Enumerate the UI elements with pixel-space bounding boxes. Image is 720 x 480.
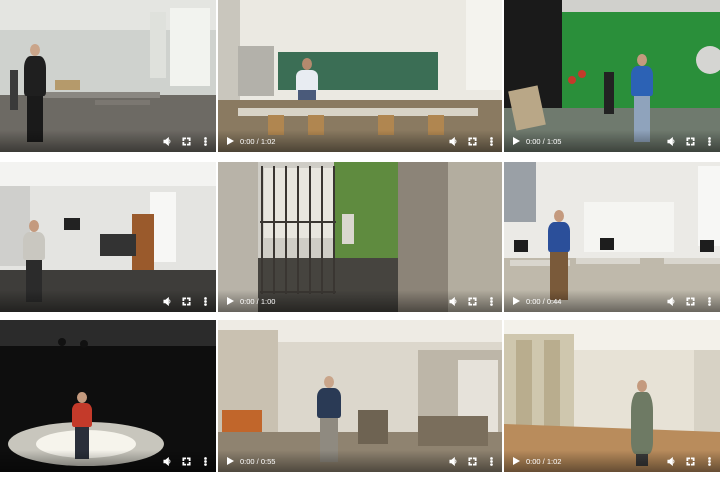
volume-icon[interactable] [664, 295, 678, 307]
play-icon[interactable] [224, 295, 236, 307]
video-time: 0:00 / 0:44 [526, 296, 562, 306]
video-tile-green-screen-studio[interactable]: 0:00 / 1:05 [504, 0, 720, 152]
video-tile-black-box-stage[interactable] [0, 320, 216, 472]
more-icon[interactable] [484, 135, 498, 147]
fullscreen-icon[interactable] [465, 455, 479, 467]
presenter-figure [294, 58, 320, 104]
fullscreen-icon[interactable] [179, 455, 193, 467]
more-icon[interactable] [198, 295, 212, 307]
more-icon[interactable] [198, 135, 212, 147]
video-controls: 0:00 / 0:44 [504, 290, 720, 312]
video-tile-computer-room[interactable]: 0:00 / 0:44 [504, 162, 720, 312]
volume-icon[interactable] [160, 455, 174, 467]
video-controls: 0:00 / 1:02 [218, 130, 502, 152]
volume-icon[interactable] [664, 455, 678, 467]
more-icon[interactable] [198, 455, 212, 467]
more-icon[interactable] [484, 455, 498, 467]
volume-icon[interactable] [160, 135, 174, 147]
video-tile-classroom-chalkboard[interactable]: 0:00 / 1:02 [218, 0, 502, 152]
volume-icon[interactable] [446, 295, 460, 307]
video-controls: 0:00 / 1:02 [504, 450, 720, 472]
play-icon[interactable] [510, 135, 522, 147]
video-controls [0, 290, 216, 312]
video-grid: 0:00 / 1:02 0:00 / 1:05 0:00 / 1:00 0:00… [0, 0, 720, 480]
volume-icon[interactable] [160, 295, 174, 307]
video-tile-school-gate[interactable]: 0:00 / 1:00 [218, 162, 502, 312]
video-controls: 0:00 / 1:05 [504, 130, 720, 152]
video-controls: 0:00 / 1:00 [218, 290, 502, 312]
video-time: 0:00 / 1:05 [526, 136, 562, 146]
video-tile-classroom-lab[interactable] [0, 0, 216, 152]
fullscreen-icon[interactable] [683, 295, 697, 307]
video-controls: 0:00 / 0:55 [218, 450, 502, 472]
video-controls [0, 130, 216, 152]
video-tile-photo-studio[interactable] [0, 162, 216, 312]
fullscreen-icon[interactable] [683, 455, 697, 467]
video-tile-science-storage[interactable]: 0:00 / 0:55 [218, 320, 502, 472]
more-icon[interactable] [702, 295, 716, 307]
volume-icon[interactable] [446, 135, 460, 147]
video-time: 0:00 / 1:02 [526, 456, 562, 466]
play-icon[interactable] [510, 455, 522, 467]
volume-icon[interactable] [664, 135, 678, 147]
more-icon[interactable] [484, 295, 498, 307]
video-time: 0:00 / 0:55 [240, 456, 276, 466]
more-icon[interactable] [702, 135, 716, 147]
fullscreen-icon[interactable] [465, 295, 479, 307]
play-icon[interactable] [510, 295, 522, 307]
more-icon[interactable] [702, 455, 716, 467]
video-time: 0:00 / 1:02 [240, 136, 276, 146]
video-time: 0:00 / 1:00 [240, 296, 276, 306]
play-icon[interactable] [224, 455, 236, 467]
fullscreen-icon[interactable] [683, 135, 697, 147]
play-icon[interactable] [224, 135, 236, 147]
volume-icon[interactable] [446, 455, 460, 467]
fullscreen-icon[interactable] [465, 135, 479, 147]
fullscreen-icon[interactable] [179, 295, 193, 307]
video-controls [0, 450, 216, 472]
fullscreen-icon[interactable] [179, 135, 193, 147]
video-tile-dance-hall[interactable]: 0:00 / 1:02 [504, 320, 720, 472]
